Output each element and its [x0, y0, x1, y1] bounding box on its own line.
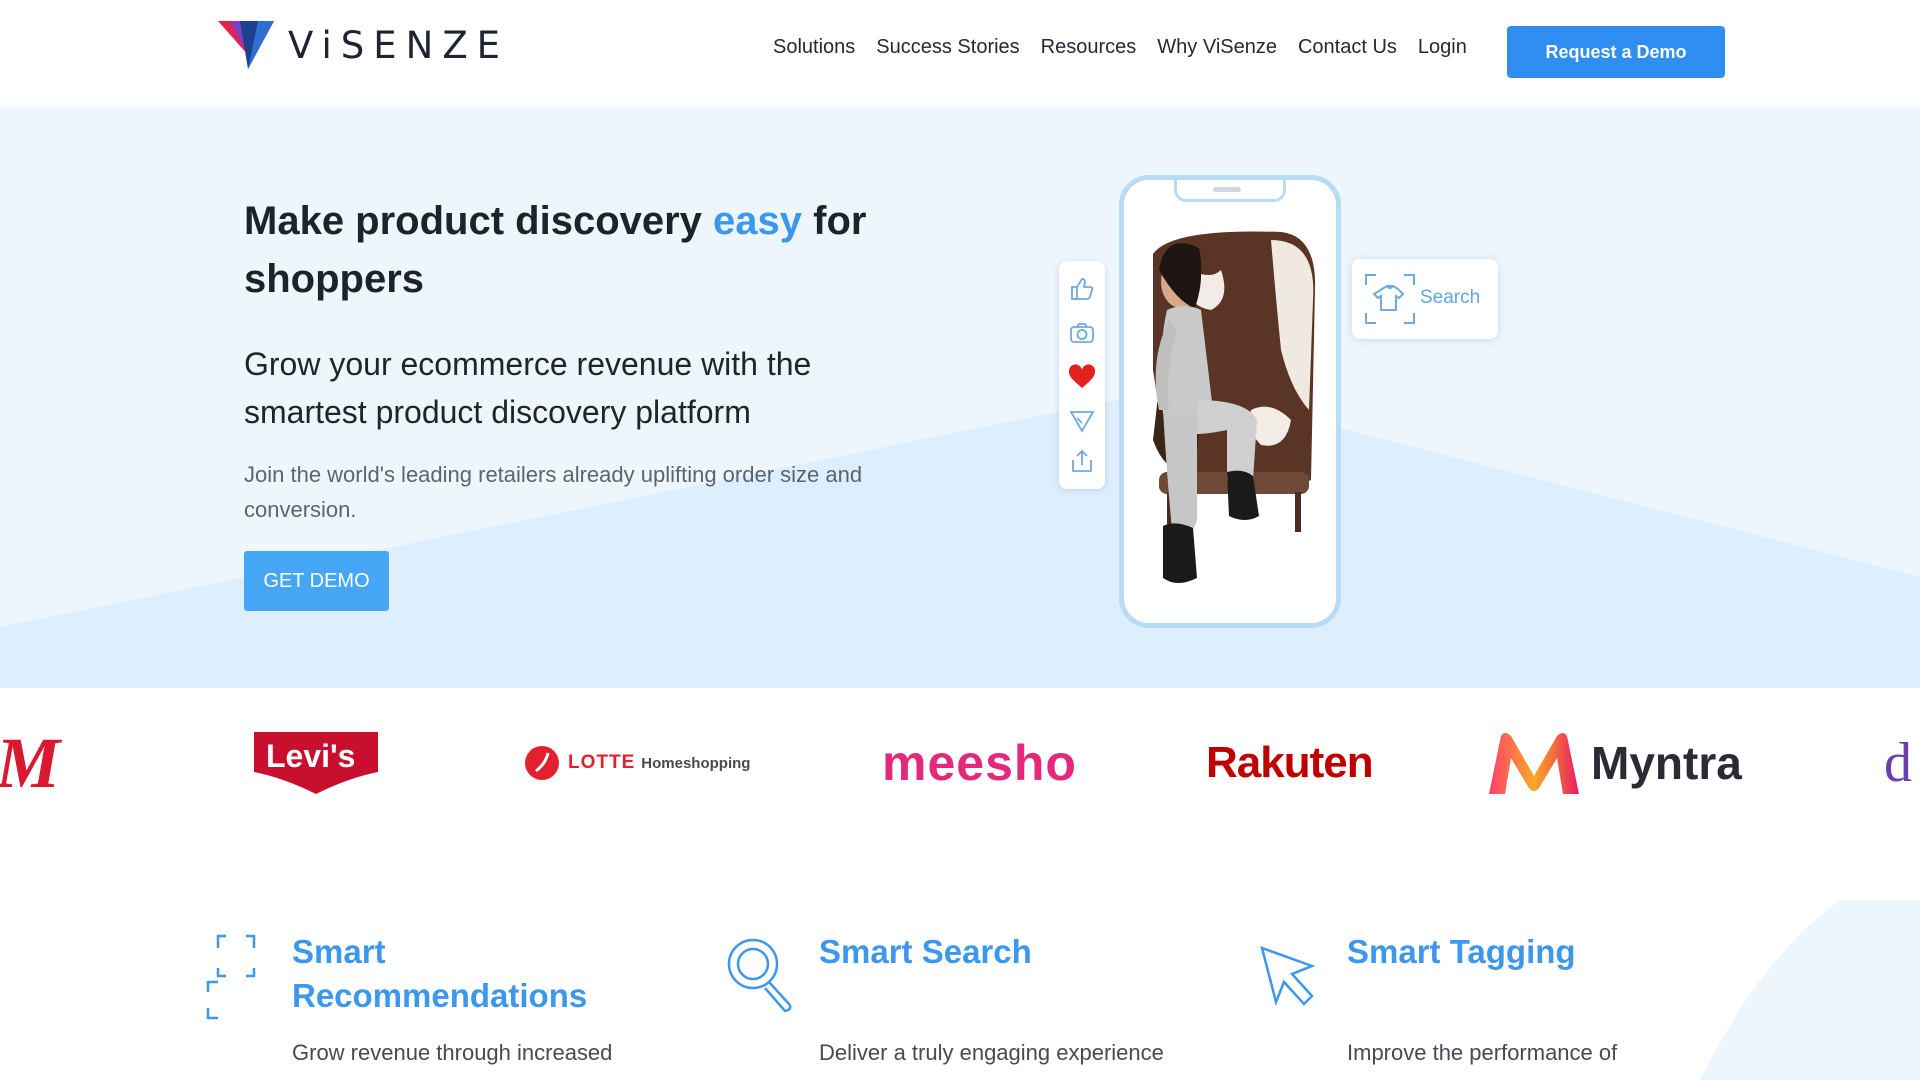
phone-mockup — [1119, 175, 1341, 628]
visenze-logo[interactable]: ViSENZE — [218, 18, 509, 72]
logo-partial-right: d — [1884, 732, 1912, 794]
lotte-mark — [525, 746, 559, 780]
product-model-image — [1153, 231, 1316, 583]
logo-meesho: meesho — [882, 735, 1077, 791]
hero-title: Make product discovery easy for shoppers — [244, 199, 867, 301]
magnifier-icon — [727, 938, 792, 1012]
phone-speaker — [1174, 180, 1286, 202]
feature-title-smart-tagging: Smart Tagging — [1347, 933, 1576, 970]
logo-lotte: LOTTE Homeshopping — [524, 688, 750, 838]
feature-title-smart-recommendations: Smart Recommendations — [292, 933, 588, 1014]
hero-section: Make product discovery easy for shoppers… — [0, 107, 1920, 688]
visual-search-chip[interactable]: Search — [1352, 259, 1498, 339]
frame-icon — [206, 934, 256, 1020]
feature-desc-smart-tagging: Improve the performance of — [1347, 1040, 1618, 1065]
hero-subtitle: Grow your ecommerce revenue with the sma… — [244, 346, 812, 430]
share-icon[interactable] — [1068, 447, 1096, 475]
hero-title-accent: easy — [713, 199, 803, 243]
hero-note: Join the world's leading retailers alrea… — [244, 462, 863, 522]
main-nav: Solutions Success Stories Resources Why … — [773, 36, 1467, 59]
feature-desc-smart-search: Deliver a truly engaging experience — [819, 1040, 1164, 1065]
feature-title-smart-search: Smart Search — [819, 933, 1032, 970]
camera-icon[interactable] — [1068, 319, 1096, 347]
nav-contact-us[interactable]: Contact Us — [1298, 36, 1397, 59]
scan-shirt-icon — [1365, 274, 1415, 324]
visenze-logo-mark — [218, 21, 274, 69]
logo-myntra: Myntra — [1485, 688, 1742, 838]
myntra-mark — [1489, 733, 1579, 794]
phone-action-bar — [1059, 261, 1105, 489]
logo-wordmark: ViSENZE — [288, 23, 510, 67]
request-demo-button[interactable]: Request a Demo — [1507, 26, 1725, 78]
nav-resources[interactable]: Resources — [1041, 36, 1137, 59]
nav-login[interactable]: Login — [1418, 36, 1467, 59]
levis-wordmark: Levi's — [266, 738, 356, 774]
logo-partial-left: M — [0, 722, 61, 803]
features-section: Smart Recommendations Grow revenue throu… — [0, 838, 1920, 1080]
site-header: ViSENZE Solutions Success Stories Resour… — [0, 0, 1920, 107]
nav-solutions[interactable]: Solutions — [773, 36, 855, 59]
search-chip-label: Search — [1420, 287, 1481, 308]
nav-success-stories[interactable]: Success Stories — [876, 36, 1019, 59]
thumbs-up-icon[interactable] — [1068, 275, 1096, 303]
logo-rakuten: Rakuten — [1206, 738, 1374, 787]
logo-levis: Levi's — [252, 688, 380, 838]
feature-desc-smart-recommendations: Grow revenue through increased — [292, 1040, 613, 1065]
customer-logos-strip: M Levi's LOTTE Homeshopping meesho Rakut… — [0, 688, 1920, 838]
send-icon[interactable] — [1068, 407, 1096, 435]
nav-why-visenze[interactable]: Why ViSenze — [1157, 36, 1277, 59]
heart-icon[interactable] — [1068, 363, 1096, 391]
get-demo-button[interactable]: GET DEMO — [244, 551, 389, 611]
cursor-icon — [1260, 946, 1316, 1007]
